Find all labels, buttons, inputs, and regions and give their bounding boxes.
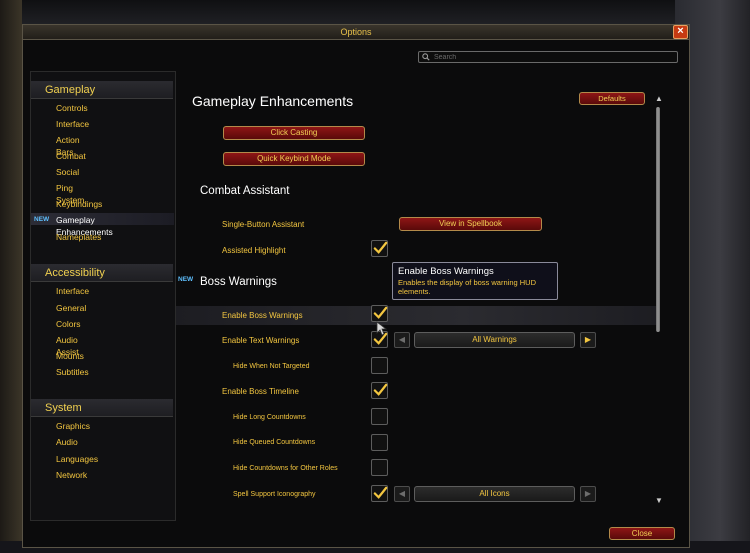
prev-arrow-icon[interactable]: ◀ (394, 486, 410, 502)
text-warnings-dropdown[interactable]: All Warnings (414, 332, 575, 348)
sidebar-item-mounts[interactable]: Mounts (56, 350, 84, 362)
checkmark-icon (373, 241, 388, 254)
window-title: Options (23, 25, 689, 40)
scroll-thumb[interactable] (656, 107, 660, 332)
sidebar-item-keybindings[interactable]: Keybindings (56, 198, 102, 210)
assisted-highlight-checkbox[interactable] (371, 240, 388, 257)
enable-text-warnings-label: Enable Text Warnings (222, 336, 300, 345)
enable-boss-timeline-label: Enable Boss Timeline (222, 387, 299, 396)
checkmark-icon (373, 306, 388, 319)
sidebar-item-subtitles[interactable]: Subtitles (56, 366, 89, 378)
sidebar-item-graphics[interactable]: Graphics (56, 420, 90, 432)
hide-countdowns-other-roles-label: Hide Countdowns for Other Roles (233, 465, 338, 472)
quick-keybind-button[interactable]: Quick Keybind Mode (223, 152, 365, 166)
prev-arrow-icon[interactable]: ◀ (394, 332, 410, 348)
sidebar (30, 71, 176, 521)
hide-when-not-targeted-checkbox[interactable] (371, 357, 388, 374)
search-box[interactable] (418, 51, 678, 63)
sidebar-item-colors[interactable]: Colors (56, 318, 81, 330)
checkmark-icon (373, 486, 388, 499)
scrollbar[interactable]: ▲ ▼ (655, 94, 663, 506)
spell-support-iconography-label: Spell Support Iconography (233, 491, 316, 498)
category-system[interactable]: System (31, 399, 173, 417)
sidebar-item-interface[interactable]: Interface (56, 118, 89, 130)
tooltip-body: Enables the display of boss warning HUD … (398, 278, 536, 296)
sidebar-item-controls[interactable]: Controls (56, 102, 88, 114)
tooltip: Enable Boss Warnings Enables the display… (392, 262, 558, 300)
sidebar-item-social[interactable]: Social (56, 166, 79, 178)
search-icon (422, 53, 430, 61)
page-title: Gameplay Enhancements (192, 93, 354, 109)
new-badge: NEW (178, 276, 194, 283)
mouse-cursor-icon (376, 321, 388, 336)
sidebar-item-audio[interactable]: Audio (56, 436, 78, 448)
combat-assistant-title: Combat Assistant (200, 185, 290, 197)
iconography-dropdown[interactable]: All Icons (414, 486, 575, 502)
hide-long-countdowns-checkbox[interactable] (371, 408, 388, 425)
search-input[interactable] (434, 53, 664, 61)
category-gameplay[interactable]: Gameplay (31, 81, 173, 99)
next-arrow-icon[interactable]: ▶ (580, 486, 596, 502)
hide-countdowns-other-roles-checkbox[interactable] (371, 459, 388, 476)
boss-warnings-title: Boss Warnings (200, 276, 277, 288)
spell-support-iconography-checkbox[interactable] (371, 485, 388, 502)
new-badge: NEW (34, 216, 50, 223)
sidebar-item-network[interactable]: Network (56, 469, 87, 481)
hide-when-not-targeted-label: Hide When Not Targeted (233, 363, 310, 370)
checkmark-icon (373, 383, 388, 396)
hide-queued-countdowns-label: Hide Queued Countdowns (233, 439, 316, 446)
next-arrow-icon[interactable]: ▶ (580, 332, 596, 348)
sidebar-item-a11y-interface[interactable]: Interface (56, 285, 89, 297)
enable-boss-warnings-label: Enable Boss Warnings (222, 311, 303, 320)
hide-long-countdowns-label: Hide Long Countdowns (233, 414, 306, 421)
click-casting-button[interactable]: Click Casting (223, 126, 365, 140)
sidebar-item-general[interactable]: General (56, 302, 86, 314)
sidebar-item-nameplates[interactable]: Nameplates (56, 231, 101, 243)
background-top (0, 0, 750, 24)
scroll-up-icon[interactable]: ▲ (655, 94, 663, 103)
close-icon[interactable]: × (673, 25, 688, 39)
single-button-label: Single-Button Assistant (222, 220, 305, 229)
close-button[interactable]: Close (609, 527, 675, 540)
enable-boss-timeline-checkbox[interactable] (371, 382, 388, 399)
defaults-button[interactable]: Defaults (579, 92, 645, 105)
category-accessibility[interactable]: Accessibility (31, 264, 173, 282)
background-left (0, 0, 22, 553)
view-spellbook-button[interactable]: View in Spellbook (399, 217, 542, 231)
sidebar-item-combat[interactable]: Combat (56, 150, 86, 162)
tooltip-title: Enable Boss Warnings (398, 266, 494, 277)
hide-queued-countdowns-checkbox[interactable] (371, 434, 388, 451)
assisted-highlight-label: Assisted Highlight (222, 246, 286, 255)
scroll-down-icon[interactable]: ▼ (655, 496, 663, 505)
sidebar-item-languages[interactable]: Languages (56, 453, 98, 465)
